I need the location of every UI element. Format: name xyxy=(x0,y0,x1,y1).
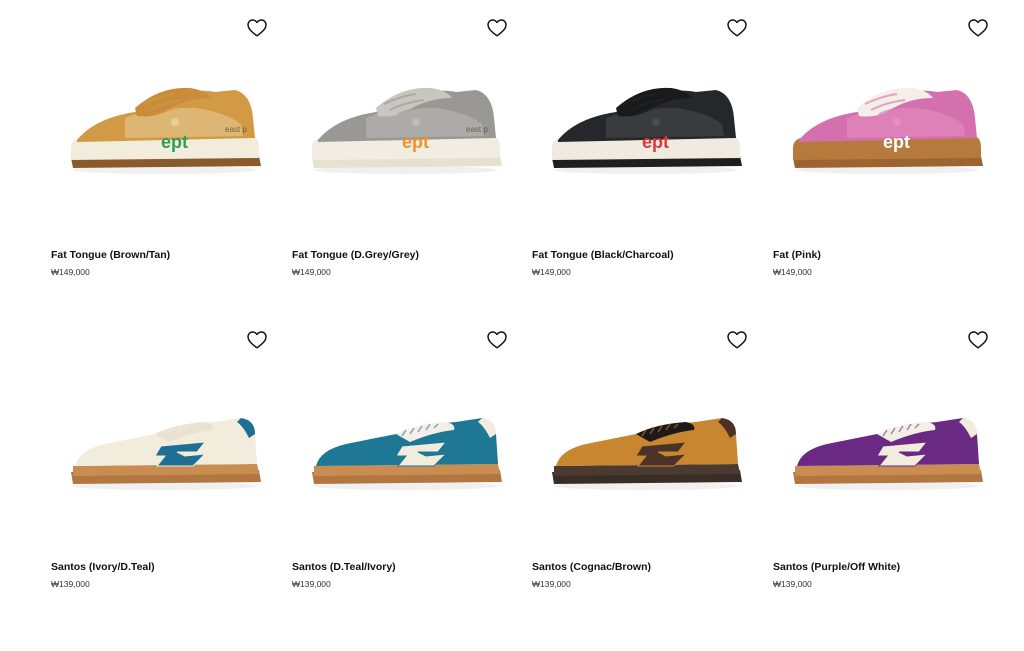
product-card[interactable]: ept Fat Tongue (Black/Charcoal) ₩149,000 xyxy=(532,0,762,290)
product-name[interactable]: Fat Tongue (Brown/Tan) xyxy=(51,249,170,261)
product-card[interactable]: ept east p Fat Tongue (D.Grey/Grey) ₩149… xyxy=(292,0,522,290)
product-card[interactable]: Santos (D.Teal/Ivory) ₩139,000 xyxy=(292,312,522,602)
svg-text:east p: east p xyxy=(466,125,488,134)
product-image[interactable]: ept east p xyxy=(306,78,506,188)
product-price: ₩139,000 xyxy=(292,579,331,589)
product-grid: ept east p Fat Tongue (Brown/Tan) ₩149,0… xyxy=(0,0,1024,651)
product-price: ₩139,000 xyxy=(773,579,812,589)
heart-icon[interactable] xyxy=(967,17,989,39)
product-image[interactable]: ept east p xyxy=(65,78,265,188)
product-name[interactable]: Santos (Ivory/D.Teal) xyxy=(51,561,155,573)
product-name[interactable]: Santos (Purple/Off White) xyxy=(773,561,900,573)
product-price: ₩139,000 xyxy=(51,579,90,589)
product-image[interactable] xyxy=(306,394,506,504)
heart-icon[interactable] xyxy=(486,329,508,351)
product-price: ₩149,000 xyxy=(51,267,90,277)
product-name[interactable]: Santos (Cognac/Brown) xyxy=(532,561,651,573)
product-image[interactable] xyxy=(65,394,265,504)
heart-icon[interactable] xyxy=(726,329,748,351)
svg-text:east p: east p xyxy=(225,125,247,134)
svg-text:ept: ept xyxy=(883,132,910,152)
heart-icon[interactable] xyxy=(967,329,989,351)
svg-text:ept: ept xyxy=(642,132,669,152)
product-image[interactable]: ept xyxy=(787,78,987,188)
product-card[interactable]: ept Fat (Pink) ₩149,000 xyxy=(773,0,1003,290)
product-card[interactable]: Santos (Ivory/D.Teal) ₩139,000 xyxy=(51,312,281,602)
heart-icon[interactable] xyxy=(246,329,268,351)
product-image[interactable] xyxy=(787,394,987,504)
product-price: ₩149,000 xyxy=(532,267,571,277)
heart-icon[interactable] xyxy=(246,17,268,39)
heart-icon[interactable] xyxy=(726,17,748,39)
product-image[interactable] xyxy=(546,394,746,504)
svg-text:ept: ept xyxy=(161,132,188,152)
product-card[interactable]: Santos (Cognac/Brown) ₩139,000 xyxy=(532,312,762,602)
product-name[interactable]: Santos (D.Teal/Ivory) xyxy=(292,561,396,573)
product-name[interactable]: Fat Tongue (D.Grey/Grey) xyxy=(292,249,419,261)
product-price: ₩149,000 xyxy=(292,267,331,277)
heart-icon[interactable] xyxy=(486,17,508,39)
product-image[interactable]: ept xyxy=(546,78,746,188)
product-price: ₩139,000 xyxy=(532,579,571,589)
product-name[interactable]: Fat Tongue (Black/Charcoal) xyxy=(532,249,674,261)
product-price: ₩149,000 xyxy=(773,267,812,277)
product-card[interactable]: ept east p Fat Tongue (Brown/Tan) ₩149,0… xyxy=(51,0,281,290)
product-name[interactable]: Fat (Pink) xyxy=(773,249,821,261)
product-card[interactable]: Santos (Purple/Off White) ₩139,000 xyxy=(773,312,1003,602)
svg-text:ept: ept xyxy=(402,132,429,152)
